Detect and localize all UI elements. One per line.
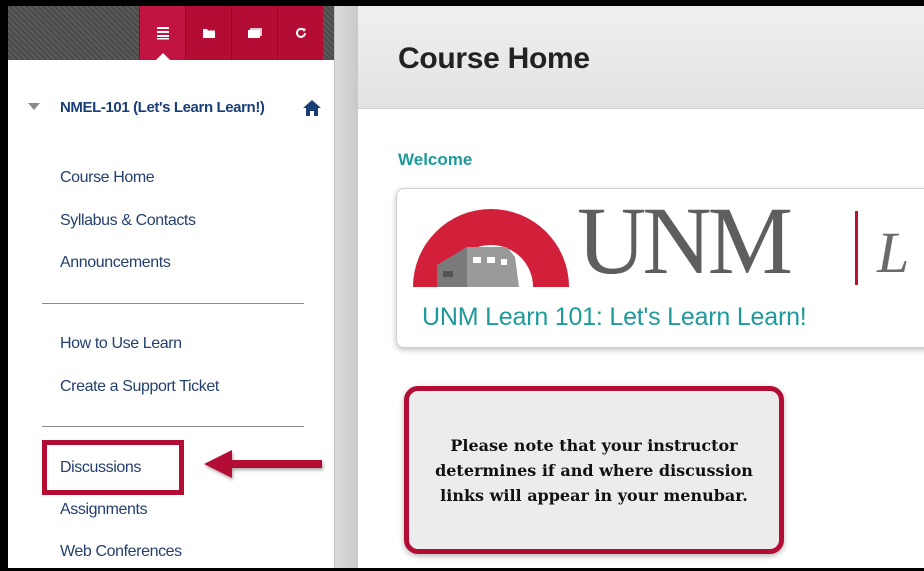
screenshot-frame: NMEL-101 (Let's Learn Learn!) Course Hom… bbox=[0, 0, 924, 571]
tab-folder-view[interactable] bbox=[185, 6, 231, 60]
banner-subtitle: UNM Learn 101: Let's Learn Learn! bbox=[422, 303, 807, 331]
sidebar-item-assignments[interactable]: Assignments bbox=[60, 501, 148, 519]
course-menu-sidebar: NMEL-101 (Let's Learn Learn!) Course Hom… bbox=[8, 6, 334, 568]
collapse-triangle-icon[interactable] bbox=[28, 103, 40, 110]
menu-divider bbox=[42, 303, 304, 304]
sidebar-item-course-home[interactable]: Course Home bbox=[60, 169, 155, 187]
tab-course-menu[interactable] bbox=[139, 6, 185, 61]
menu-divider bbox=[42, 426, 304, 427]
tab-new-window[interactable] bbox=[231, 6, 277, 60]
sidebar-item-discussions[interactable]: Discussions bbox=[60, 459, 141, 477]
discussion-note-callout: Please note that your instructor determi… bbox=[404, 386, 784, 554]
sidebar-item-web-conferences[interactable]: Web Conferences bbox=[60, 543, 182, 561]
home-icon[interactable] bbox=[302, 98, 322, 118]
sidebar-item-how-to-use-learn[interactable]: How to Use Learn bbox=[60, 335, 182, 353]
welcome-heading: Welcome bbox=[398, 150, 473, 169]
course-title[interactable]: NMEL-101 (Let's Learn Learn!) bbox=[60, 98, 265, 117]
folder-icon bbox=[202, 29, 215, 38]
pointer-arrow-icon bbox=[204, 450, 322, 478]
course-banner: UNM L UNM Learn 101: Let's Learn Learn! bbox=[396, 188, 924, 348]
sidebar-splitter[interactable] bbox=[334, 6, 358, 568]
callout-text: Please note that your instructor determi… bbox=[435, 435, 753, 505]
tab-refresh[interactable] bbox=[277, 6, 323, 60]
menu-list-icon bbox=[156, 27, 169, 40]
sidebar-tab-bar bbox=[8, 6, 334, 61]
page-title: Course Home bbox=[398, 42, 590, 75]
window-icon bbox=[247, 28, 262, 38]
sidebar-item-syllabus[interactable]: Syllabus & Contacts bbox=[60, 212, 196, 230]
logo-divider-bar bbox=[855, 211, 858, 285]
main-content: Course Home Welcome UNM L UNM Learn 101:… bbox=[358, 6, 924, 568]
page-header: Course Home bbox=[358, 6, 924, 109]
refresh-icon bbox=[295, 27, 306, 38]
unm-wordmark: UNM bbox=[577, 187, 793, 294]
sidebar-item-announcements[interactable]: Announcements bbox=[60, 254, 171, 272]
sidebar-tabs bbox=[139, 6, 323, 61]
learn-wordmark-fragment: L bbox=[877, 220, 910, 285]
unm-building-logo-icon bbox=[413, 209, 569, 287]
sidebar-item-support-ticket[interactable]: Create a Support Ticket bbox=[60, 378, 219, 396]
